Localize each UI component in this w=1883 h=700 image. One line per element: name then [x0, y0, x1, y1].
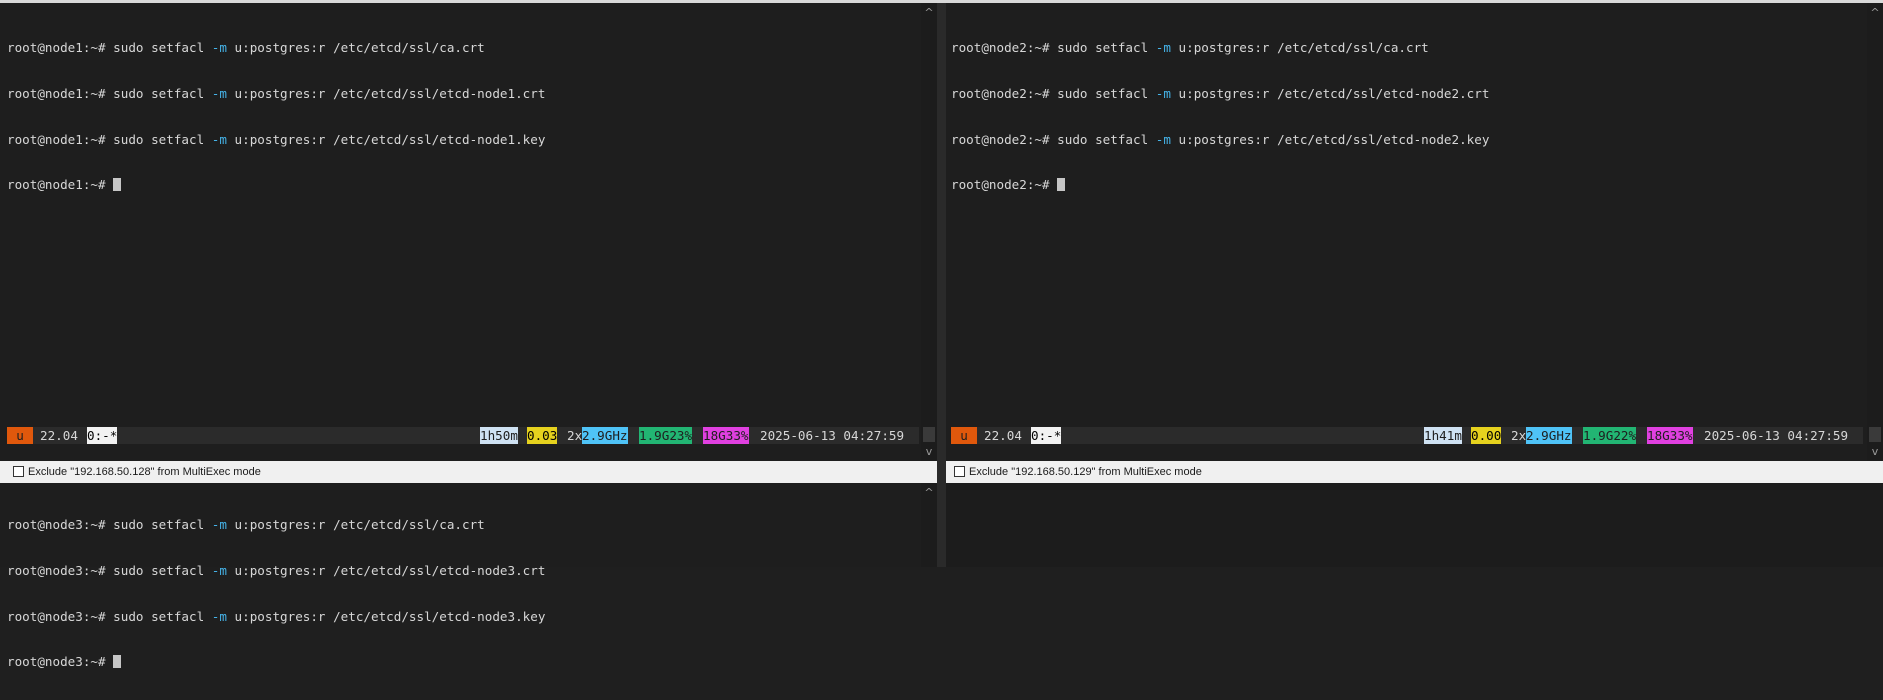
status-datetime: 2025-06-13 04:27:59 [1704, 428, 1849, 443]
command-line: root@node3:~# sudo setfacl -m u:postgres… [7, 563, 546, 578]
chevron-up-icon[interactable]: ^ [921, 487, 937, 499]
status-disk: 18G33% [703, 427, 749, 444]
status-datetime: 2025-06-13 04:27:59 [760, 428, 905, 443]
chevron-up-icon[interactable]: ^ [1867, 7, 1883, 19]
current-prompt[interactable]: root@node2:~# [951, 177, 1489, 192]
chevron-down-icon[interactable]: v [921, 446, 937, 458]
tmux-status-bar: u 22.04 0:-* 1h41m 0.00 2x 2.9GHz 1.9G22… [951, 427, 1863, 444]
terminal-output: root@node1:~# sudo setfacl -m u:postgres… [7, 10, 545, 223]
command-line: root@node1:~# sudo setfacl -m u:postgres… [7, 86, 546, 101]
text-cursor [113, 178, 122, 192]
multiexec-exclude-bar: Exclude "192.168.50.129" from MultiExec … [946, 461, 1883, 483]
status-uptime: 1h50m [480, 427, 518, 444]
status-cores: 2x [567, 428, 583, 443]
chevron-up-icon[interactable]: ^ [921, 7, 937, 19]
status-cpu: 2.9GHz [582, 427, 628, 444]
status-session: u [7, 427, 33, 444]
status-session: u [951, 427, 977, 444]
status-cpu: 2.9GHz [1526, 427, 1572, 444]
status-load: 0.00 [1471, 427, 1502, 444]
status-cores: 2x [1511, 428, 1527, 443]
status-window: 0:-* [1031, 427, 1062, 444]
pane-divider-vertical[interactable] [937, 3, 946, 567]
status-uptime: 1h41m [1424, 427, 1462, 444]
terminal-output: root@node3:~# sudo setfacl -m u:postgres… [7, 487, 545, 700]
terminal-output: root@node2:~# sudo setfacl -m u:postgres… [951, 10, 1489, 223]
exclude-checkbox[interactable] [13, 466, 24, 477]
status-os-version: 22.04 [40, 428, 78, 443]
scrollbar[interactable]: ^ v [1867, 3, 1883, 461]
command-line: root@node1:~# sudo setfacl -m u:postgres… [7, 40, 485, 56]
text-cursor [113, 655, 122, 669]
status-disk: 18G33% [1647, 427, 1693, 444]
current-prompt[interactable]: root@node1:~# [7, 177, 545, 192]
terminal-pane-node2[interactable]: root@node2:~# sudo setfacl -m u:postgres… [946, 3, 1883, 461]
status-os-version: 22.04 [984, 428, 1022, 443]
scrollbar[interactable]: ^ v [921, 3, 937, 461]
exclude-checkbox[interactable] [954, 466, 965, 477]
command-line: root@node3:~# sudo setfacl -m u:postgres… [7, 608, 546, 624]
command-line: root@node2:~# sudo setfacl -m u:postgres… [951, 86, 1490, 101]
status-memory: 1.9G23% [639, 427, 693, 444]
multiexec-exclude-bar: Exclude "192.168.50.128" from MultiExec … [0, 461, 937, 483]
terminal-pane-empty[interactable] [946, 483, 1883, 567]
current-prompt[interactable]: root@node3:~# [7, 654, 545, 669]
status-memory: 1.9G22% [1583, 427, 1637, 444]
terminal-pane-node3[interactable]: root@node3:~# sudo setfacl -m u:postgres… [0, 483, 937, 669]
scrollbar-thumb[interactable] [1869, 427, 1881, 442]
chevron-down-icon[interactable]: v [1867, 446, 1883, 458]
status-load: 0.03 [527, 427, 558, 444]
command-line: root@node3:~# sudo setfacl -m u:postgres… [7, 517, 485, 533]
exclude-label: Exclude "192.168.50.128" from MultiExec … [28, 466, 261, 478]
text-cursor [1057, 178, 1066, 192]
command-line: root@node2:~# sudo setfacl -m u:postgres… [951, 131, 1490, 147]
terminal-pane-node1[interactable]: root@node1:~# sudo setfacl -m u:postgres… [0, 3, 937, 461]
scrollbar-thumb[interactable] [923, 427, 935, 442]
scrollbar[interactable]: ^ [921, 483, 937, 567]
command-line: root@node1:~# sudo setfacl -m u:postgres… [7, 131, 546, 147]
status-window: 0:-* [87, 427, 118, 444]
exclude-label: Exclude "192.168.50.129" from MultiExec … [969, 466, 1202, 478]
tmux-status-bar: u 22.04 0:-* 1h50m 0.03 2x 2.9GHz 1.9G23… [7, 427, 919, 444]
command-line: root@node2:~# sudo setfacl -m u:postgres… [951, 40, 1429, 56]
